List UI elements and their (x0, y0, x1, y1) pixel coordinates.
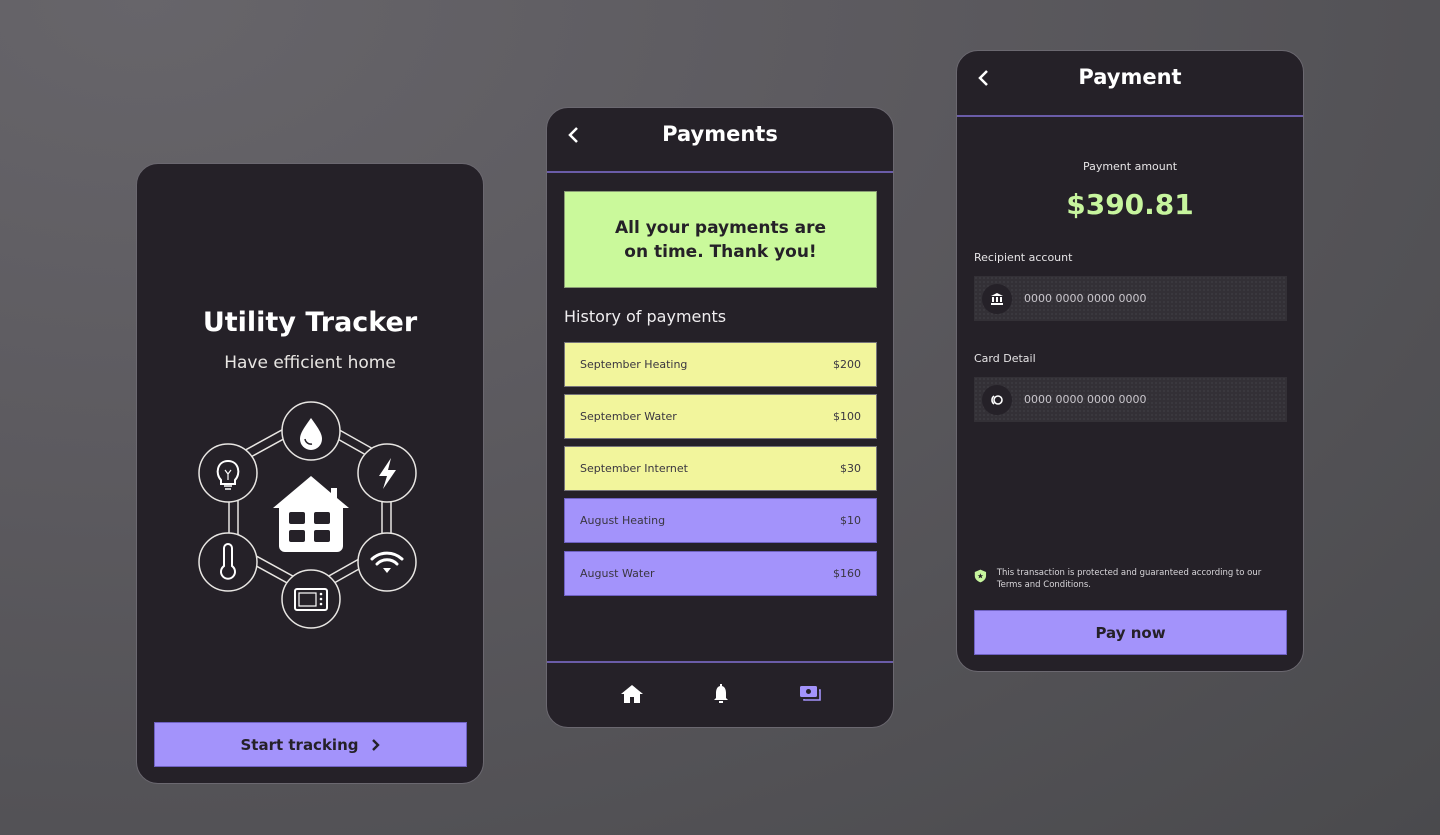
payment-label: September Heating (580, 358, 688, 371)
payment-label: September Water (580, 410, 677, 423)
nav-notifications[interactable] (712, 683, 730, 709)
thermometer-icon (198, 532, 258, 592)
status-banner: All your payments are on time. Thank you… (564, 191, 877, 288)
page-title: Payment (1078, 65, 1182, 89)
money-icon (800, 686, 821, 701)
page-title: Payments (662, 122, 778, 146)
payment-amount: $30 (840, 462, 861, 475)
payment-row[interactable]: August Heating $10 (564, 498, 877, 543)
payment-label: September Internet (580, 462, 688, 475)
history-heading: History of payments (564, 307, 727, 326)
nav-home[interactable] (620, 683, 644, 709)
payment-row[interactable]: September Heating $200 (564, 342, 877, 387)
lightning-icon (357, 443, 417, 503)
recipient-account-input[interactable]: 0000 0000 0000 0000 (974, 276, 1287, 321)
pay-now-button[interactable]: Pay now (974, 610, 1287, 655)
payment-row[interactable]: September Water $100 (564, 394, 877, 439)
start-tracking-label: Start tracking (240, 735, 359, 754)
bank-icon (982, 283, 1012, 314)
payment-label: August Water (580, 567, 655, 580)
utility-hub-illustration (191, 396, 431, 636)
app-subtitle: Have efficient home (224, 353, 396, 373)
payment-screen: Payment Payment amount $390.81 Recipient… (956, 50, 1304, 672)
recipient-label: Recipient account (974, 251, 1073, 264)
recipient-account-value: 0000 0000 0000 0000 (1024, 292, 1147, 305)
security-notice: This transaction is protected and guaran… (974, 567, 1287, 591)
payment-amount: $390.81 (1066, 188, 1194, 221)
card-label: Card Detail (974, 352, 1036, 365)
payment-amount: $10 (840, 514, 861, 527)
house-icon (273, 476, 349, 552)
shield-star-icon (974, 569, 987, 583)
payment-row[interactable]: September Internet $30 (564, 446, 877, 491)
payments-screen: Payments All your payments are on time. … (546, 107, 894, 728)
water-drop-icon (281, 401, 341, 461)
amount-label: Payment amount (1082, 160, 1178, 173)
start-tracking-button[interactable]: Start tracking (154, 722, 467, 767)
lightbulb-icon (198, 443, 258, 503)
card-detail-input[interactable]: 0000 0000 0000 0000 (974, 377, 1287, 422)
payment-amount: $160 (833, 567, 861, 580)
chevron-right-icon (371, 738, 380, 751)
bell-icon (714, 684, 728, 703)
payment-label: August Heating (580, 514, 666, 527)
wifi-icon (357, 532, 417, 592)
security-text: This transaction is protected and guaran… (996, 568, 1262, 590)
bottom-nav (547, 661, 893, 727)
payment-amount: $200 (833, 358, 861, 371)
home-icon (621, 685, 643, 703)
payment-amount: $100 (833, 410, 861, 423)
nav-payments[interactable] (799, 683, 823, 709)
card-detail-value: 0000 0000 0000 0000 (1024, 393, 1147, 406)
payment-header: Payment (957, 51, 1303, 117)
payments-header: Payments (547, 108, 893, 173)
microwave-icon (281, 569, 341, 629)
payment-row[interactable]: August Water $160 (564, 551, 877, 596)
welcome-screen: Utility Tracker Have efficient home Star… (136, 163, 484, 784)
app-title: Utility Tracker (202, 307, 418, 338)
card-brand-icon (982, 384, 1012, 415)
